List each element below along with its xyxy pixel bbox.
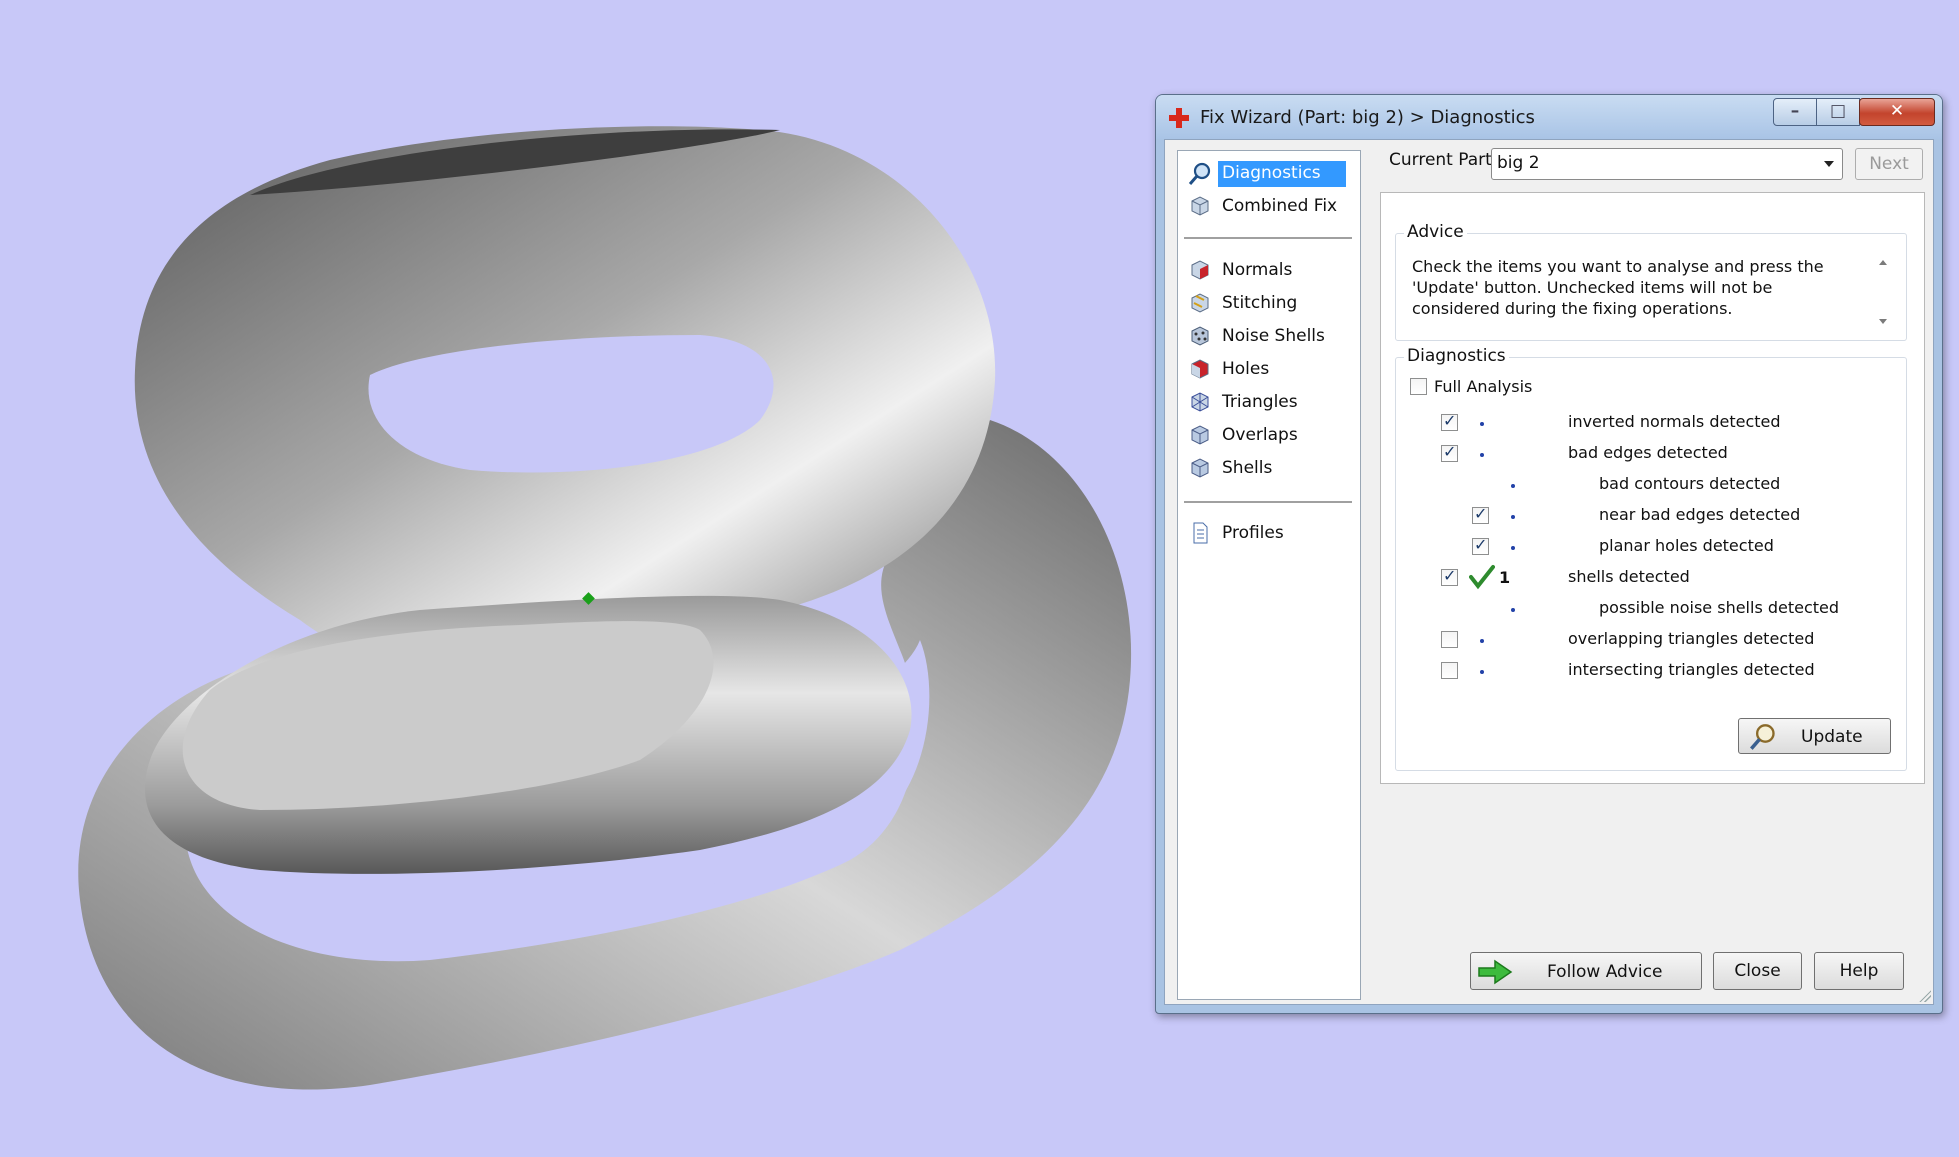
red-cube-icon <box>1191 260 1209 280</box>
diagnostic-row: overlapping triangles detected <box>1396 629 1896 655</box>
checkmark-icon: ✓ <box>1443 442 1457 461</box>
diagnostic-label: shells detected <box>1568 567 1690 586</box>
nav-item-normals[interactable]: Normals <box>1184 255 1350 285</box>
red-cube-icon <box>1191 359 1209 379</box>
checkmark-icon: ✓ <box>1443 566 1457 585</box>
advice-title: Advice <box>1404 222 1467 242</box>
advice-group: Advice Check the items you want to analy… <box>1395 222 1907 341</box>
nav-separator <box>1184 237 1352 239</box>
nav-item-stitching[interactable]: Stitching <box>1184 288 1350 318</box>
diagnostic-label: overlapping triangles detected <box>1568 629 1815 648</box>
full-analysis-checkbox[interactable] <box>1410 378 1427 395</box>
maximize-icon: □ <box>1829 101 1847 121</box>
diagnostics-panel: Advice Check the items you want to analy… <box>1380 192 1925 784</box>
magnifier-icon <box>1188 162 1211 185</box>
diagnostic-checkbox[interactable]: ✓ <box>1441 442 1458 462</box>
nav-item-holes[interactable]: Holes <box>1184 354 1350 384</box>
checkmark-icon: ✓ <box>1474 504 1488 523</box>
window-client-area: Diagnostics Combined Fix Normals Stitchi… <box>1164 139 1934 1005</box>
full-analysis-label: Full Analysis <box>1434 377 1533 396</box>
nav-item-overlaps[interactable]: Overlaps <box>1184 420 1350 450</box>
triangle-cube-icon <box>1191 392 1209 412</box>
nav-item-shells[interactable]: Shells <box>1184 453 1350 483</box>
scroll-up-icon[interactable] <box>1879 260 1887 265</box>
status-dot <box>1480 639 1484 643</box>
current-part-value: big 2 <box>1497 153 1540 173</box>
status-dot <box>1480 422 1484 426</box>
diagnostic-row: ✓ planar holes detected <box>1396 535 1896 562</box>
green-arrow-icon <box>1478 959 1513 985</box>
update-label: Update <box>1801 727 1863 747</box>
diagnostic-checkbox[interactable]: ✓ <box>1472 535 1489 555</box>
diagnostic-checkbox[interactable]: ✓ <box>1441 566 1458 586</box>
close-window-button[interactable]: ✕ <box>1859 98 1935 126</box>
stitch-cube-icon <box>1191 293 1209 313</box>
diagnostics-title: Diagnostics <box>1404 346 1509 366</box>
dotted-cube-icon <box>1191 326 1209 346</box>
diagnostic-row: intersecting triangles detected <box>1396 660 1896 686</box>
diagnostic-label: intersecting triangles detected <box>1568 660 1815 679</box>
checkmark-icon: ✓ <box>1443 411 1457 430</box>
diagnostic-label: inverted normals detected <box>1568 412 1781 431</box>
diagnostic-checkbox[interactable] <box>1441 631 1458 648</box>
diagnostic-row: ✓ bad edges detected <box>1396 442 1896 469</box>
status-dot <box>1511 515 1515 519</box>
status-dot <box>1511 546 1515 550</box>
advice-scrollbar[interactable] <box>1874 256 1892 328</box>
red-cross-icon <box>1169 108 1189 128</box>
minimize-button[interactable]: – <box>1773 98 1817 126</box>
diagnostic-row: bad contours detected <box>1396 474 1896 500</box>
diagnostic-checkbox[interactable]: ✓ <box>1472 504 1489 524</box>
diagnostic-row: ✓ near bad edges detected <box>1396 504 1896 531</box>
status-dot <box>1511 484 1515 488</box>
diagnostic-row: ✓ 1 shells detected <box>1396 565 1896 593</box>
next-button[interactable]: Next <box>1855 148 1923 180</box>
update-button[interactable]: Update <box>1738 718 1891 754</box>
current-part-dropdown[interactable]: big 2 <box>1491 148 1843 180</box>
wizard-nav: Diagnostics Combined Fix Normals Stitchi… <box>1177 150 1361 1000</box>
green-check-icon <box>1469 565 1495 590</box>
diagnostic-label: bad contours detected <box>1599 474 1781 493</box>
diagnostic-checkbox[interactable] <box>1441 662 1458 679</box>
advice-text: Check the items you want to analyse and … <box>1412 257 1824 318</box>
cube-icon <box>1191 425 1209 445</box>
title-bar[interactable]: Fix Wizard (Part: big 2) > Diagnostics –… <box>1156 95 1942 139</box>
nav-item-noise-shells[interactable]: Noise Shells <box>1184 321 1350 351</box>
magnifier-icon <box>1750 724 1775 750</box>
nav-item-profiles[interactable]: Profiles <box>1184 518 1350 548</box>
maximize-button[interactable]: □ <box>1816 98 1860 126</box>
cube-icon <box>1191 458 1209 478</box>
help-button[interactable]: Help <box>1814 952 1904 990</box>
nav-separator <box>1184 501 1352 503</box>
cube-icon <box>1191 196 1209 216</box>
nav-item-triangles[interactable]: Triangles <box>1184 387 1350 417</box>
follow-advice-button[interactable]: Follow Advice <box>1470 952 1702 990</box>
close-button[interactable]: Close <box>1713 952 1802 990</box>
document-icon <box>1193 522 1208 544</box>
minimize-icon: – <box>1790 101 1800 121</box>
nav-item-combined-fix[interactable]: Combined Fix <box>1184 191 1350 221</box>
diagnostic-row: ✓ inverted normals detected <box>1396 411 1896 438</box>
diagnostic-row: possible noise shells detected <box>1396 598 1896 624</box>
current-part-label: Current Part: <box>1389 150 1498 170</box>
chevron-down-icon <box>1824 161 1834 167</box>
status-dot <box>1480 453 1484 457</box>
checkmark-icon: ✓ <box>1474 535 1488 554</box>
diagnostic-label: near bad edges detected <box>1599 505 1801 524</box>
status-dot <box>1511 608 1515 612</box>
scroll-down-icon[interactable] <box>1879 319 1887 324</box>
status-dot <box>1480 670 1484 674</box>
window-title: Fix Wizard (Part: big 2) > Diagnostics <box>1200 107 1535 128</box>
nav-item-diagnostics[interactable]: Diagnostics <box>1184 159 1350 189</box>
resize-grip[interactable] <box>1919 990 1931 1002</box>
shell-count: 1 <box>1499 568 1511 587</box>
diagnostic-label: possible noise shells detected <box>1599 598 1840 617</box>
close-icon: ✕ <box>1889 101 1905 121</box>
diagnostic-label: planar holes detected <box>1599 536 1774 555</box>
diagnostic-checkbox[interactable]: ✓ <box>1441 411 1458 431</box>
fix-wizard-window: Fix Wizard (Part: big 2) > Diagnostics –… <box>1155 94 1943 1014</box>
diagnostic-label: bad edges detected <box>1568 443 1728 462</box>
follow-advice-label: Follow Advice <box>1547 962 1663 982</box>
diagnostics-group: Diagnostics Full Analysis ✓ inverted norm… <box>1395 346 1907 771</box>
